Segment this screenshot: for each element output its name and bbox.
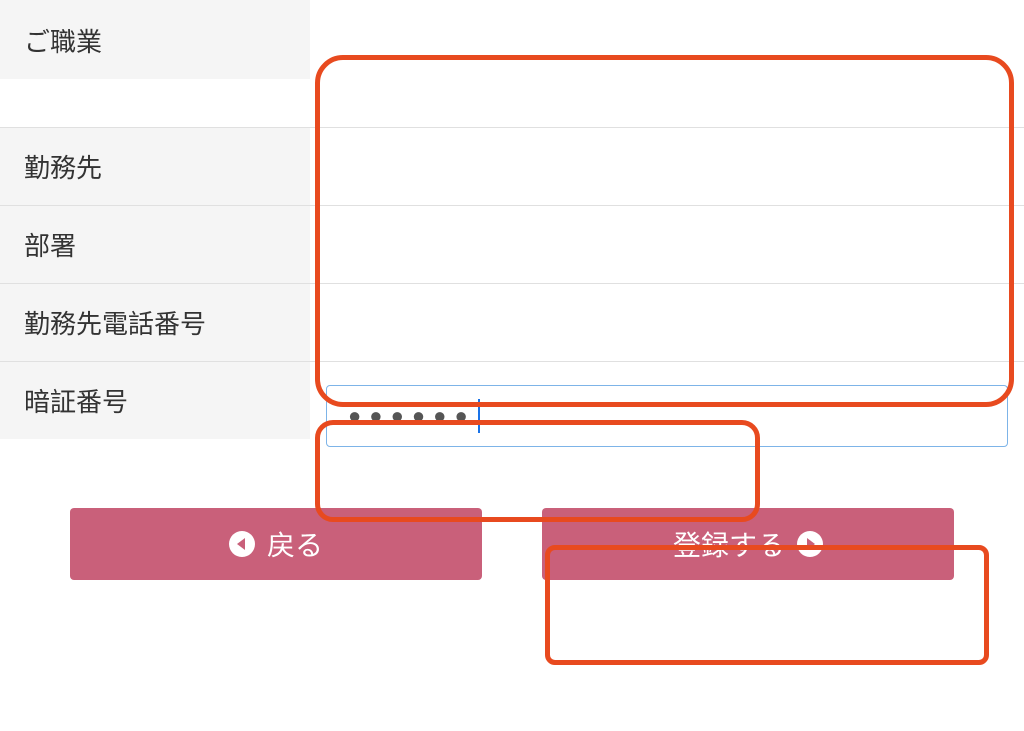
- submit-button[interactable]: 登録する: [542, 508, 954, 580]
- value-work-phone[interactable]: [310, 284, 1024, 361]
- form-row-workplace: 勤務先: [0, 128, 1024, 206]
- form-row-pin: 暗証番号 ●●●●●●: [0, 362, 1024, 470]
- form-container: ご職業 勤務先 部署 勤務先電話番号 暗証番号 ●●●●●●: [0, 0, 1024, 470]
- pin-input[interactable]: [326, 385, 1008, 447]
- chevron-left-icon: [229, 531, 255, 557]
- form-page: ご職業 勤務先 部署 勤務先電話番号 暗証番号 ●●●●●●: [0, 0, 1024, 580]
- password-wrapper: ●●●●●●: [326, 385, 1008, 447]
- value-workplace[interactable]: [310, 128, 1024, 205]
- label-work-phone: 勤務先電話番号: [0, 284, 310, 361]
- value-pin-cell: ●●●●●●: [310, 362, 1024, 470]
- label-occupation: ご職業: [0, 0, 310, 79]
- chevron-right-icon: [797, 531, 823, 557]
- form-row-workphone: 勤務先電話番号: [0, 284, 1024, 362]
- label-pin: 暗証番号: [0, 362, 310, 439]
- back-button-label: 戻る: [267, 524, 323, 564]
- submit-button-label: 登録する: [673, 524, 785, 564]
- label-workplace: 勤務先: [0, 128, 310, 205]
- value-occupation[interactable]: [310, 0, 1024, 127]
- form-row-occupation: ご職業: [0, 0, 1024, 128]
- back-button[interactable]: 戻る: [70, 508, 482, 580]
- form-row-department: 部署: [0, 206, 1024, 284]
- button-row: 戻る 登録する: [0, 470, 1024, 580]
- value-department[interactable]: [310, 206, 1024, 283]
- label-department: 部署: [0, 206, 310, 283]
